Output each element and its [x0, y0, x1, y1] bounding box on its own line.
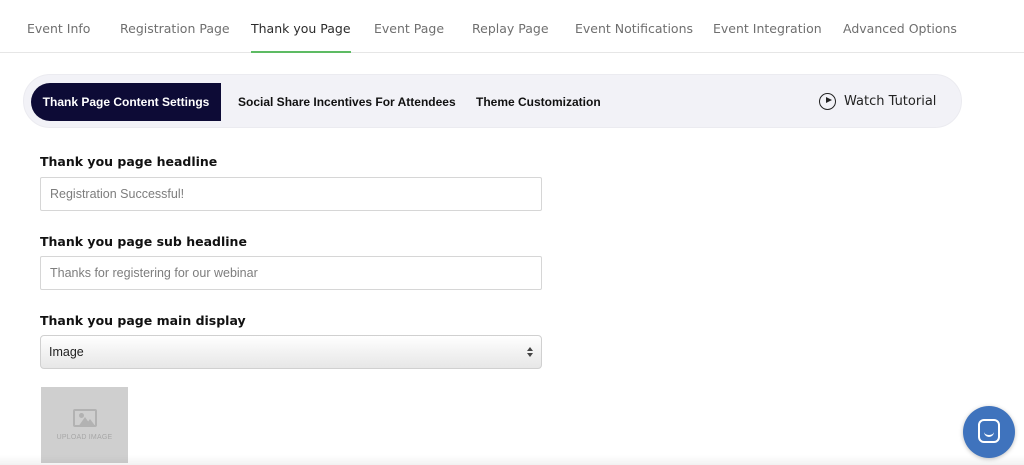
watch-tutorial-label: Watch Tutorial — [844, 93, 937, 109]
select-arrows-icon — [527, 347, 533, 357]
chat-icon — [978, 419, 1000, 443]
tab-registration-page[interactable]: Registration Page — [120, 0, 230, 53]
sub-headline-input[interactable] — [40, 256, 542, 290]
watch-tutorial-button[interactable]: Watch Tutorial — [819, 90, 936, 112]
tab-event-notifications[interactable]: Event Notifications — [575, 0, 693, 53]
image-icon — [72, 409, 97, 427]
subtab-social-share-incentives[interactable]: Social Share Incentives For Attendees — [238, 83, 456, 121]
tab-thank-you-page[interactable]: Thank you Page — [251, 0, 351, 53]
sub-headline-label: Thank you page sub headline — [40, 234, 247, 249]
tab-replay-page[interactable]: Replay Page — [472, 0, 549, 53]
main-display-label: Thank you page main display — [40, 313, 246, 328]
subtab-thank-page-content-settings[interactable]: Thank Page Content Settings — [31, 83, 221, 121]
play-circle-icon — [819, 92, 836, 110]
headline-input[interactable] — [40, 177, 542, 211]
top-tab-bar: Event Info Registration Page Thank you P… — [0, 0, 1024, 53]
upload-image-label: UPLOAD IMAGE — [56, 434, 113, 441]
chat-launcher-button[interactable] — [963, 406, 1015, 458]
tab-event-page[interactable]: Event Page — [374, 0, 444, 53]
headline-label: Thank you page headline — [40, 154, 218, 169]
main-display-value: Image — [49, 345, 84, 359]
main-display-select[interactable]: Image — [40, 335, 542, 369]
upload-image-button[interactable]: UPLOAD IMAGE — [41, 387, 128, 463]
tab-event-integration[interactable]: Event Integration — [713, 0, 822, 53]
bottom-shadow — [0, 455, 1024, 465]
subtab-theme-customization[interactable]: Theme Customization — [476, 83, 601, 121]
tab-advanced-options[interactable]: Advanced Options — [843, 0, 957, 53]
tab-event-info[interactable]: Event Info — [27, 0, 90, 53]
